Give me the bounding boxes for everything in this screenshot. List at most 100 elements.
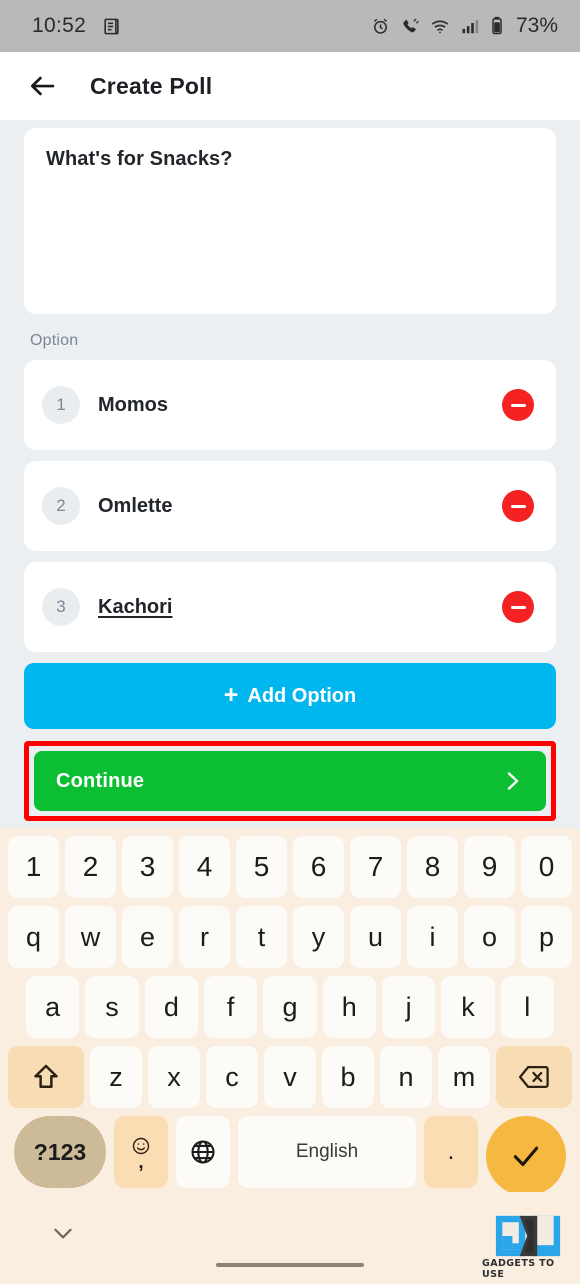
option-row-1[interactable]: 1 Momos [24,360,556,450]
app-bar: Create Poll [0,52,580,120]
key-5[interactable]: 5 [236,836,287,898]
notification-doc-icon [104,18,119,34]
period-key[interactable]: . [424,1116,478,1188]
alarm-icon [373,18,387,34]
battery-percent: 73% [515,14,558,37]
add-option-label: Add Option [247,684,357,707]
keyboard-row-numbers: 1 2 3 4 5 6 7 8 9 0 [4,836,576,898]
key-v[interactable]: v [264,1046,316,1108]
keyboard-row-top: q w e r t y u i o p [4,906,576,968]
minus-icon [510,504,526,508]
status-time: 10:52 [32,14,87,37]
signal-icon [462,19,479,33]
key-9[interactable]: 9 [464,836,515,898]
key-i[interactable]: i [407,906,458,968]
chevron-right-icon [500,769,524,793]
poll-form: What's for Snacks? Option 1 Momos 2 Omle… [0,128,580,821]
key-h[interactable]: h [322,976,376,1038]
shift-arrow-icon [34,1064,58,1088]
key-j[interactable]: j [381,976,436,1038]
battery-icon [492,16,502,35]
key-3[interactable]: 3 [122,836,173,898]
key-o[interactable]: o [464,906,515,968]
option-number-badge: 1 [42,386,80,424]
option-number-badge: 3 [42,588,80,626]
keyboard-row-home: a s d f g h j k l [4,976,576,1038]
keyboard-row-function: ?123 , English . [4,1116,576,1196]
call-vibrate-icon [403,18,419,32]
back-button[interactable] [26,69,60,103]
wifi-icon [431,20,449,33]
key-m[interactable]: m [438,1046,490,1108]
status-bar-left: 10:52 [32,14,121,38]
key-s[interactable]: s [85,976,139,1038]
status-bar-right: 73% [371,14,558,38]
key-p[interactable]: p [521,906,572,968]
key-u[interactable]: u [350,906,401,968]
option-row-3[interactable]: 3 Kachori [24,562,556,652]
continue-label: Continue [56,769,145,792]
home-gesture-bar[interactable] [216,1263,364,1267]
remove-option-button-2[interactable] [502,490,534,522]
backspace-icon [519,1066,549,1089]
hide-keyboard-button[interactable] [46,1216,80,1250]
option-row-2[interactable]: 2 Omlette [24,461,556,551]
key-f[interactable]: f [204,976,258,1038]
key-r[interactable]: r [179,906,230,968]
continue-highlight-box: Continue [24,741,556,821]
key-q[interactable]: q [8,906,59,968]
key-0[interactable]: 0 [521,836,572,898]
minus-icon [510,605,526,609]
language-switch-key[interactable] [176,1116,230,1188]
key-4[interactable]: 4 [179,836,230,898]
key-y[interactable]: y [293,906,344,968]
key-1[interactable]: 1 [8,836,59,898]
plus-icon: + [223,680,239,709]
check-icon [513,1146,539,1167]
key-t[interactable]: t [236,906,287,968]
system-nav-bar: GADGETS TO USE [0,1192,580,1284]
status-bar: 10:52 73% [0,0,580,52]
comma-label: , [138,1151,144,1173]
key-e[interactable]: e [122,906,173,968]
option-input-1[interactable]: Momos [98,394,502,417]
keyboard-row-bottom: z x c v b n m [4,1046,576,1108]
arrow-left-icon [30,76,55,96]
option-input-2[interactable]: Omlette [98,495,502,518]
key-w[interactable]: w [65,906,116,968]
symbols-key[interactable]: ?123 [14,1116,106,1188]
question-value: What's for Snacks? [46,148,233,170]
key-d[interactable]: d [144,976,198,1038]
key-k[interactable]: k [441,976,495,1038]
watermark-brand: GADGETS TO USE [482,1258,555,1280]
phone-screen: 10:52 73% Create Poll What's for Snacks?… [0,0,580,1284]
add-option-button[interactable]: + Add Option [24,663,556,729]
key-7[interactable]: 7 [350,836,401,898]
option-input-3[interactable]: Kachori [98,596,502,619]
enter-key[interactable] [486,1116,566,1196]
question-input[interactable]: What's for Snacks? [24,128,556,314]
key-n[interactable]: n [380,1046,432,1108]
emoji-key[interactable]: , [114,1116,168,1188]
space-key[interactable]: English [238,1116,416,1188]
remove-option-button-3[interactable] [502,591,534,623]
key-6[interactable]: 6 [293,836,344,898]
remove-option-button-1[interactable] [502,389,534,421]
continue-button[interactable]: Continue [34,751,546,811]
key-g[interactable]: g [263,976,317,1038]
key-a[interactable]: a [26,976,80,1038]
key-b[interactable]: b [322,1046,374,1108]
option-section-label: Option [30,332,79,349]
key-l[interactable]: l [500,976,554,1038]
key-z[interactable]: z [90,1046,142,1108]
key-8[interactable]: 8 [407,836,458,898]
shift-key[interactable] [8,1046,84,1108]
key-c[interactable]: c [206,1046,258,1108]
gu-logo [495,1215,561,1257]
key-2[interactable]: 2 [65,836,116,898]
option-number-badge: 2 [42,487,80,525]
watermark: GADGETS TO USE [482,1214,574,1280]
backspace-key[interactable] [496,1046,572,1108]
page-title: Create Poll [90,72,213,99]
key-x[interactable]: x [148,1046,200,1108]
